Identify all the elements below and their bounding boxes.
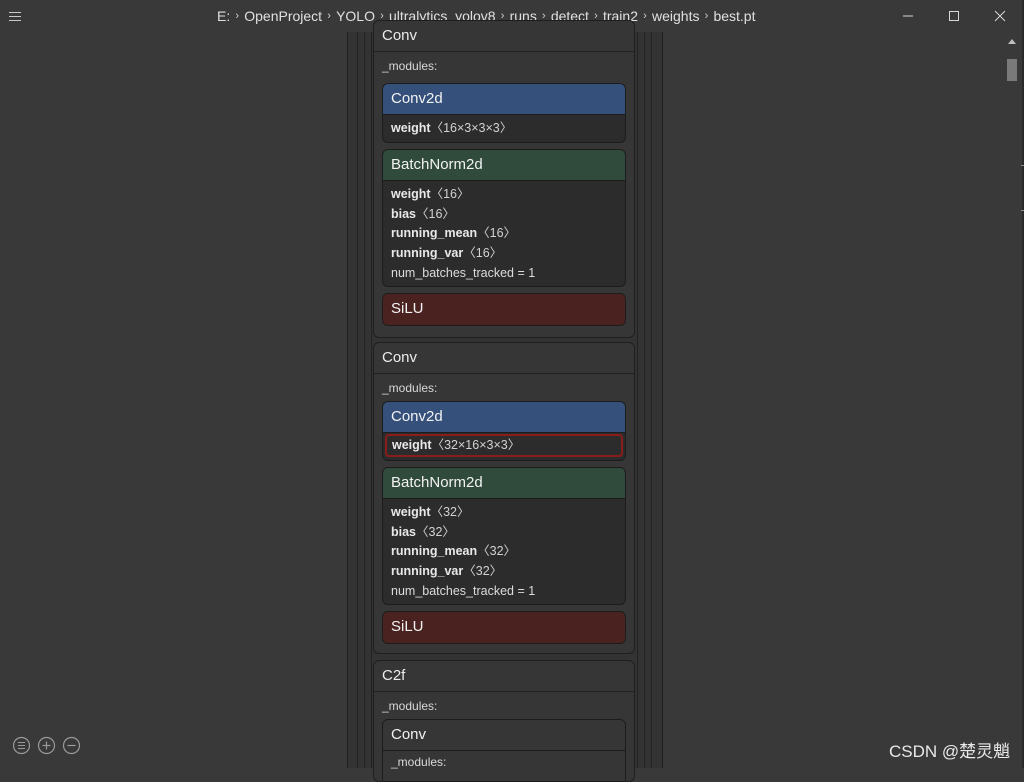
conv2d-block[interactable]: Conv2d weight〈32×16×3×3〉	[382, 401, 626, 461]
conv2d-block[interactable]: Conv2d weight〈16×3×3×3〉	[382, 83, 626, 143]
maximize-icon	[949, 11, 959, 21]
node-title: Conv	[374, 343, 634, 374]
attr-value: 〈32〉	[416, 524, 455, 539]
attr-name: weight	[392, 438, 432, 452]
close-button[interactable]	[977, 0, 1023, 32]
attr-num-batches[interactable]: num_batches_tracked = 1	[391, 582, 617, 602]
scroll-up-icon[interactable]	[1007, 36, 1017, 48]
chevron-right-icon: ›	[327, 10, 331, 22]
chevron-right-icon: ›	[643, 10, 647, 22]
batchnorm-block[interactable]: BatchNorm2d weight〈16〉 bias〈16〉 running_…	[382, 149, 626, 287]
chevron-right-icon: ›	[704, 10, 709, 22]
node-title: C2f	[374, 661, 634, 692]
conv-node[interactable]: Conv _modules: Conv2d weight〈16×3×3×3〉 B…	[373, 20, 635, 338]
attr-running-mean[interactable]: running_mean〈32〉	[391, 542, 617, 562]
menu-icon[interactable]	[9, 12, 21, 24]
batchnorm-title: BatchNorm2d	[383, 468, 625, 499]
batchnorm-block[interactable]: BatchNorm2d weight〈32〉 bias〈32〉 running_…	[382, 467, 626, 605]
zoom-out-icon[interactable]	[62, 736, 81, 755]
attr-name: running_var	[391, 564, 464, 579]
c2f-node[interactable]: C2f _modules: Conv _modules:	[373, 660, 635, 782]
minimize-button[interactable]	[885, 0, 931, 32]
conv2d-title: Conv2d	[383, 84, 625, 115]
modules-label: _modules:	[382, 699, 438, 713]
attr-name: running_var	[391, 246, 464, 261]
breadcrumb-item-openproject[interactable]: OpenProject	[243, 8, 323, 24]
close-icon	[994, 10, 1006, 22]
attr-name: weight	[391, 187, 431, 201]
attr-weight-selected[interactable]: weight〈32×16×3×3〉	[385, 434, 623, 457]
attr-num-batches[interactable]: num_batches_tracked = 1	[391, 264, 617, 284]
conv2d-title: Conv2d	[383, 402, 625, 433]
chevron-right-icon: ›	[235, 10, 240, 22]
attr-running-var[interactable]: running_var〈32〉	[391, 562, 617, 582]
zoom-in-icon[interactable]	[37, 736, 56, 755]
attr-value: 〈16〉	[477, 226, 517, 241]
modules-label: _modules:	[382, 59, 438, 73]
breadcrumb-item-drive[interactable]: E:	[216, 8, 231, 24]
breadcrumb-item-weights[interactable]: weights	[651, 8, 700, 24]
breadcrumb-item-yolo[interactable]: YOLO	[335, 8, 376, 24]
modules-label: _modules:	[391, 755, 447, 769]
breadcrumb-item-file[interactable]: best.pt	[712, 8, 756, 24]
attr-value: 〈16〉	[430, 187, 470, 201]
vertical-scrollbar[interactable]	[1006, 36, 1018, 768]
node-title: Conv	[374, 21, 634, 52]
scroll-thumb[interactable]	[1007, 59, 1017, 81]
attr-name: bias	[391, 206, 417, 221]
attr-value: 〈32〉	[463, 564, 503, 579]
silu-title: SiLU	[383, 294, 625, 324]
attr-bias[interactable]: bias〈16〉	[391, 205, 617, 225]
conv-node[interactable]: Conv _modules: Conv2d weight〈32×16×3×3〉 …	[373, 342, 635, 654]
attr-value: 〈32〉	[477, 544, 517, 559]
attr-value: 〈16〉	[463, 246, 503, 261]
watermark: CSDN @楚灵魈	[889, 742, 1011, 761]
attr-value: 〈16×3×3×3〉	[430, 121, 513, 135]
attr-bias[interactable]: bias〈32〉	[391, 523, 617, 543]
attr-value: 〈32×16×3×3〉	[431, 438, 521, 452]
attr-name: running_mean	[391, 544, 478, 559]
attr-name: weight	[391, 505, 431, 519]
attr-value: 〈32〉	[430, 505, 470, 519]
attr-name: weight	[391, 121, 431, 135]
conv-child-node[interactable]: Conv _modules:	[382, 719, 626, 781]
attr-name: bias	[391, 524, 417, 539]
view-toolbar	[12, 736, 81, 755]
attr-name: running_mean	[391, 226, 478, 241]
attr-weight[interactable]: weight〈16×3×3×3〉	[391, 119, 617, 139]
attr-value: 〈16〉	[416, 206, 455, 221]
silu-title: SiLU	[383, 612, 625, 642]
silu-block[interactable]: SiLU	[382, 293, 626, 326]
attr-weight[interactable]: weight〈32〉	[391, 503, 617, 523]
minimize-icon	[903, 15, 913, 17]
child-title: Conv	[383, 720, 625, 751]
attr-weight[interactable]: weight〈16〉	[391, 185, 617, 205]
attr-running-var[interactable]: running_var〈16〉	[391, 244, 617, 264]
maximize-button[interactable]	[931, 0, 977, 32]
silu-block[interactable]: SiLU	[382, 611, 626, 644]
modules-label: _modules:	[382, 381, 438, 395]
batchnorm-title: BatchNorm2d	[383, 150, 625, 181]
list-icon[interactable]	[12, 736, 31, 755]
attr-running-mean[interactable]: running_mean〈16〉	[391, 224, 617, 244]
